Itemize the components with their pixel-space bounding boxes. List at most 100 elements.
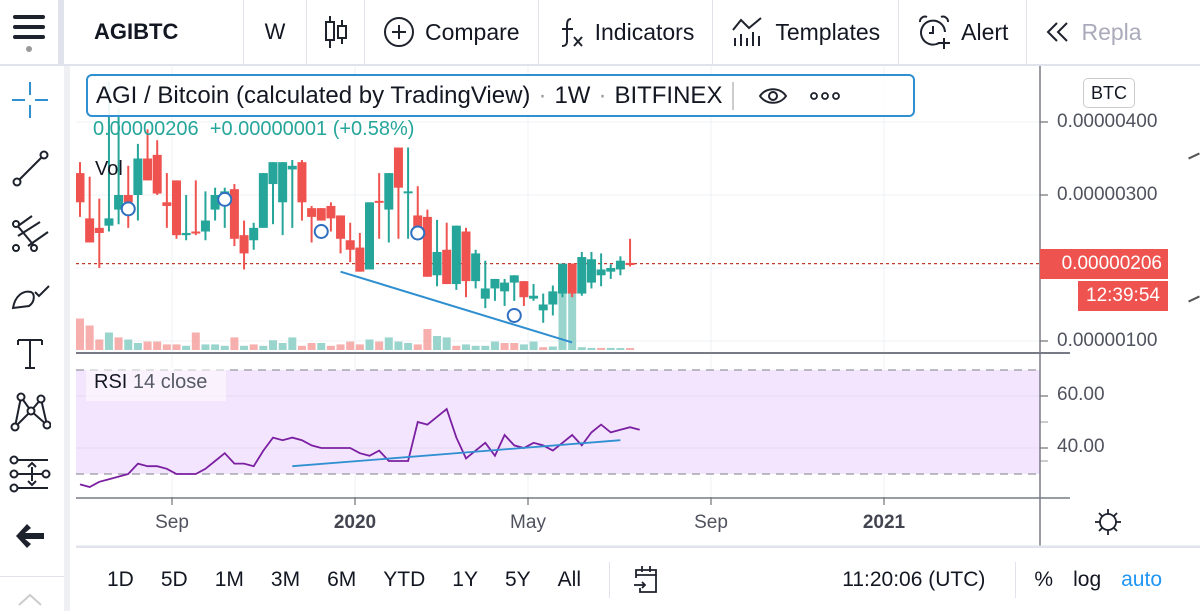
range-3m[interactable]: 3M bbox=[271, 568, 300, 592]
plus-circle-icon bbox=[383, 16, 415, 48]
more-icon bbox=[810, 91, 841, 100]
volume-bar bbox=[413, 344, 422, 350]
calendar-goto-icon bbox=[634, 565, 657, 593]
legend-divider bbox=[732, 81, 735, 110]
volume-bar bbox=[375, 341, 384, 350]
indicators-button[interactable]: Indicators bbox=[539, 0, 714, 65]
settings-sun-icon bbox=[1095, 509, 1121, 535]
trend-line-icon bbox=[12, 150, 49, 187]
legend-last-price: 0.00000206 bbox=[93, 118, 199, 140]
currency-badge[interactable]: BTC bbox=[1083, 78, 1135, 108]
scroll-up-button[interactable] bbox=[8, 584, 52, 614]
candle-body bbox=[200, 220, 210, 232]
fib-tool[interactable] bbox=[8, 212, 52, 256]
legend-interval: 1W bbox=[554, 81, 591, 109]
templates-button[interactable]: Templates bbox=[713, 0, 900, 65]
range-all[interactable]: All bbox=[558, 568, 581, 592]
candle-body bbox=[249, 227, 259, 241]
volume-bar bbox=[365, 339, 374, 350]
volume-bar bbox=[307, 343, 316, 350]
rsi-legend[interactable]: RSI 14 close bbox=[86, 367, 226, 401]
crosshair-tool[interactable] bbox=[8, 78, 52, 122]
trend-line-tool[interactable] bbox=[8, 146, 52, 190]
pattern-tool[interactable] bbox=[8, 390, 52, 434]
range-6m[interactable]: 6M bbox=[327, 568, 356, 592]
go-to-date-button[interactable] bbox=[632, 564, 662, 596]
rsi-name: RSI bbox=[94, 371, 128, 393]
candle-body bbox=[529, 295, 539, 299]
volume-bar bbox=[606, 347, 615, 350]
time-axis-label: Sep bbox=[694, 512, 728, 533]
utc-clock[interactable]: 11:20:06 (UTC) bbox=[842, 568, 985, 592]
main-menu-button[interactable] bbox=[0, 0, 64, 65]
range-ytd[interactable]: YTD bbox=[383, 568, 425, 592]
hide-toolbar-button[interactable] bbox=[8, 514, 52, 558]
more-options-button[interactable] bbox=[810, 91, 841, 101]
chart-type-button[interactable] bbox=[307, 0, 365, 65]
volume-bar bbox=[548, 346, 557, 350]
compare-button[interactable]: Compare bbox=[365, 0, 539, 65]
candle-body bbox=[567, 263, 577, 294]
range-5d[interactable]: 5D bbox=[161, 568, 188, 592]
candle-body bbox=[316, 208, 326, 221]
chart-settings-button[interactable] bbox=[1094, 508, 1122, 541]
brush-tool[interactable] bbox=[8, 272, 52, 316]
volume-bar bbox=[297, 345, 306, 350]
rsi-params: 14 close bbox=[132, 371, 208, 393]
candle-body bbox=[76, 173, 85, 203]
candle-body bbox=[586, 259, 596, 283]
volume-bar bbox=[587, 347, 596, 350]
candles-icon bbox=[324, 16, 347, 48]
measure-tool[interactable] bbox=[8, 452, 52, 496]
candle-body bbox=[172, 180, 181, 236]
time-axis-label: May bbox=[510, 512, 546, 533]
percent-scale-button[interactable]: % bbox=[1034, 568, 1053, 592]
bottom-divider bbox=[1015, 561, 1017, 598]
volume-bar bbox=[172, 344, 181, 350]
range-1m[interactable]: 1M bbox=[215, 568, 244, 592]
volume-bar bbox=[529, 341, 538, 350]
candle-body bbox=[451, 225, 461, 285]
volume-bar bbox=[539, 347, 548, 350]
symbol-legend[interactable]: AGI / Bitcoin (calculated by TradingView… bbox=[86, 74, 915, 117]
candle-body bbox=[615, 260, 625, 270]
last-price-label: 0.00000206 bbox=[1040, 249, 1168, 279]
candle-body bbox=[287, 165, 297, 170]
auto-scale-button[interactable]: auto bbox=[1121, 568, 1162, 592]
volume-bar bbox=[519, 344, 528, 350]
volume-bar bbox=[616, 348, 625, 350]
candle-body bbox=[297, 162, 307, 203]
volume-label: Vol bbox=[95, 158, 123, 180]
log-scale-button[interactable]: log bbox=[1073, 568, 1101, 592]
brush-icon bbox=[11, 285, 50, 310]
legend-separator: · bbox=[538, 81, 547, 109]
candle-body bbox=[355, 247, 365, 272]
volume-bar bbox=[182, 345, 191, 350]
candle-body bbox=[432, 251, 442, 276]
volume-bar bbox=[471, 345, 480, 350]
event-marker bbox=[506, 307, 522, 323]
text-tool[interactable] bbox=[8, 332, 52, 376]
time-axis-label: 2020 bbox=[333, 512, 377, 533]
replay-button[interactable]: Repla bbox=[1027, 0, 1159, 65]
range-1d[interactable]: 1D bbox=[107, 568, 134, 592]
volume-bar bbox=[326, 345, 335, 350]
legend-separator: · bbox=[598, 81, 607, 109]
volume-bar bbox=[162, 344, 171, 350]
volume-bar bbox=[153, 341, 162, 350]
symbol-search-button[interactable]: AGIBTC bbox=[64, 0, 244, 65]
volume-bar bbox=[269, 340, 277, 350]
volume-bar bbox=[481, 345, 490, 350]
interval-button[interactable]: W bbox=[244, 0, 307, 65]
visibility-toggle[interactable] bbox=[758, 86, 788, 106]
price-axis-label: 0.00000100 bbox=[1057, 330, 1158, 351]
range-5y[interactable]: 5Y bbox=[505, 568, 531, 592]
candle-body bbox=[278, 162, 288, 203]
alert-button[interactable]: Alert bbox=[899, 0, 1028, 65]
range-1y[interactable]: 1Y bbox=[452, 568, 478, 592]
candle-body bbox=[606, 268, 616, 272]
volume-bar bbox=[191, 332, 200, 350]
candle-body bbox=[258, 173, 268, 228]
candle-body bbox=[162, 202, 172, 206]
candle-body bbox=[461, 231, 471, 282]
